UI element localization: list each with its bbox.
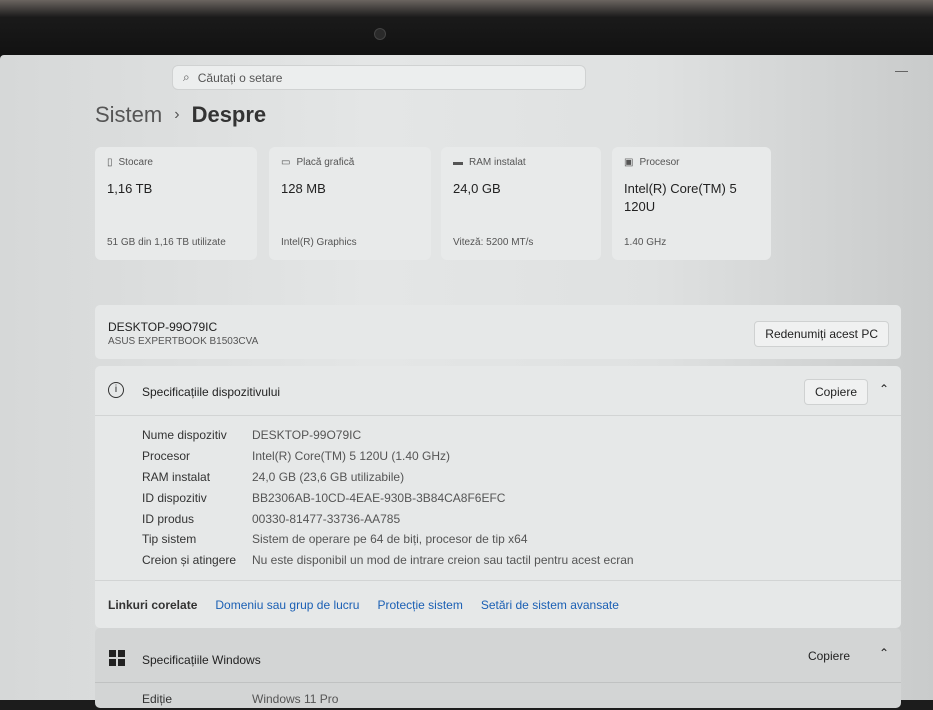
storage-card[interactable]: ▯ Stocare 1,16 TB 51 GB din 1,16 TB utiliza… xyxy=(95,147,257,260)
breadcrumb-parent[interactable]: Sistem xyxy=(95,102,162,128)
breadcrumb: Sistem › Despre xyxy=(95,102,266,128)
spec-key: Tip sistem xyxy=(142,532,197,547)
spec-value: Nu este disponibil un mod de intrare cre… xyxy=(252,553,634,568)
card-footer: Viteză: 5200 MT/s xyxy=(453,237,534,248)
spec-key: ID dispozitiv xyxy=(142,490,207,505)
spec-key: Ediție xyxy=(142,692,173,707)
related-links-label: Linkuri corelate xyxy=(108,597,198,612)
spec-key: ID produs xyxy=(142,511,195,526)
spec-row: Ediție Windows 11 Pro xyxy=(95,689,901,710)
spec-value: Windows 11 Pro xyxy=(252,692,339,707)
search-placeholder: Căutați o setare xyxy=(197,70,283,85)
windows-specs-panel: Specificațiile Windows Copiere ⌃ Ediție W… xyxy=(95,628,901,708)
card-value: 1,16 TB xyxy=(107,181,153,196)
spec-row: ID dispozitiv BB2306AB-10CD-4EAE-930B-3B8… xyxy=(142,487,901,508)
rename-pc-button[interactable]: Redenumiți acest PC xyxy=(754,321,889,347)
spec-key: Procesor xyxy=(142,449,191,464)
card-label: Placă grafică xyxy=(296,157,355,168)
spec-key: RAM instalat xyxy=(142,469,211,484)
spec-row: RAM instalat 24,0 GB (23,6 GB utilizabile… xyxy=(142,467,901,488)
search-input[interactable]: ⌕ Căutați o setare xyxy=(172,65,586,90)
spec-row: Procesor Intel(R) Core(TM) 5 120U (1.40 G… xyxy=(142,446,901,467)
device-specs-list: Nume dispozitiv DESKTOP-99O79IC Procesor I… xyxy=(95,416,901,571)
gpu-card[interactable]: ▭ Placă grafică 128 MB Intel(R) Graphics xyxy=(269,147,431,260)
spec-value: Sistem de operare pe 64 de biți, proceso… xyxy=(252,532,528,547)
card-value: 128 MB xyxy=(281,181,326,196)
chevron-up-icon[interactable]: ⌃ xyxy=(879,646,889,660)
pc-name-panel: DESKTOP-99O79IC ASUS EXPERTBOOK B1503CVA… xyxy=(95,305,901,359)
device-specs-panel: i Specificațiile dispozitivului Copiere … xyxy=(95,366,901,628)
minimize-button[interactable]: — xyxy=(895,63,908,78)
card-footer: 51 GB din 1,16 TB utilizate xyxy=(107,237,226,248)
advanced-settings-link[interactable]: Setări de sistem avansate xyxy=(481,598,619,612)
card-footer: 1.40 GHz xyxy=(624,237,667,248)
windows-logo-icon xyxy=(109,650,125,666)
card-value: Intel(R) Core(TM) 5 120U xyxy=(624,181,737,214)
system-protection-link[interactable]: Protecție sistem xyxy=(377,598,462,612)
device-specs-header[interactable]: i Specificațiile dispozitivului Copiere … xyxy=(95,366,901,416)
spec-value: Intel(R) Core(TM) 5 120U (1.40 GHz) xyxy=(252,449,451,464)
webcam xyxy=(374,28,386,40)
settings-window: ⌕ Căutați o setare — Sistem › Despre ▯ Sto… xyxy=(0,55,933,708)
copy-windows-specs-button[interactable]: Copiere xyxy=(797,643,861,669)
spec-value: 00330-81477-33736-AA785 xyxy=(252,511,401,526)
search-icon: ⌕ xyxy=(183,70,190,84)
gpu-icon: ▭ xyxy=(281,157,291,168)
storage-icon: ▯ xyxy=(107,157,113,168)
card-label: Procesor xyxy=(639,157,680,168)
chevron-right-icon: › xyxy=(174,106,180,123)
page-title: Despre xyxy=(191,102,267,127)
ram-card[interactable]: ▬ RAM instalat 24,0 GB Viteză: 5200 MT/s xyxy=(441,147,601,260)
pc-name: DESKTOP-99O79IC xyxy=(108,320,218,334)
spec-key: Creion și atingere xyxy=(142,553,237,568)
chevron-up-icon[interactable]: ⌃ xyxy=(879,382,889,396)
card-value: 24,0 GB xyxy=(453,181,501,196)
spec-value: 24,0 GB (23,6 GB utilizabile) xyxy=(252,469,405,484)
spec-row: ID produs 00330-81477-33736-AA785 xyxy=(142,508,901,529)
spec-value: DESKTOP-99O79IC xyxy=(252,428,362,443)
pc-model: ASUS EXPERTBOOK B1503CVA xyxy=(108,336,259,347)
spec-row: Creion și atingere Nu este disponibil un … xyxy=(142,550,901,571)
spec-row: Nume dispozitiv DESKTOP-99O79IC xyxy=(142,425,901,446)
info-icon: i xyxy=(108,382,124,398)
cpu-card[interactable]: ▣ Procesor Intel(R) Core(TM) 5 120U 1.40 GH… xyxy=(612,147,771,260)
copy-device-specs-button[interactable]: Copiere xyxy=(803,379,868,405)
spec-row: Tip sistem Sistem de operare pe 64 de biț… xyxy=(142,529,901,550)
windows-specs-title: Specificațiile Windows xyxy=(142,653,261,667)
card-footer: Intel(R) Graphics xyxy=(281,237,357,248)
windows-specs-header[interactable]: Specificațiile Windows Copiere ⌃ xyxy=(95,628,901,683)
spec-value: BB2306AB-10CD-4EAE-930B-3B84CA8F6EFC xyxy=(252,490,506,505)
ram-icon: ▬ xyxy=(453,157,463,168)
card-label: Stocare xyxy=(118,157,153,168)
device-specs-title: Specificațiile dispozitivului xyxy=(142,385,281,399)
card-label: RAM instalat xyxy=(469,157,526,168)
domain-workgroup-link[interactable]: Domeniu sau grup de lucru xyxy=(215,598,359,612)
spec-key: Nume dispozitiv xyxy=(142,428,227,443)
related-links: Linkuri corelate Domeniu sau grup de luc… xyxy=(95,580,901,628)
laptop-bezel xyxy=(0,0,933,58)
cpu-icon: ▣ xyxy=(624,157,634,168)
